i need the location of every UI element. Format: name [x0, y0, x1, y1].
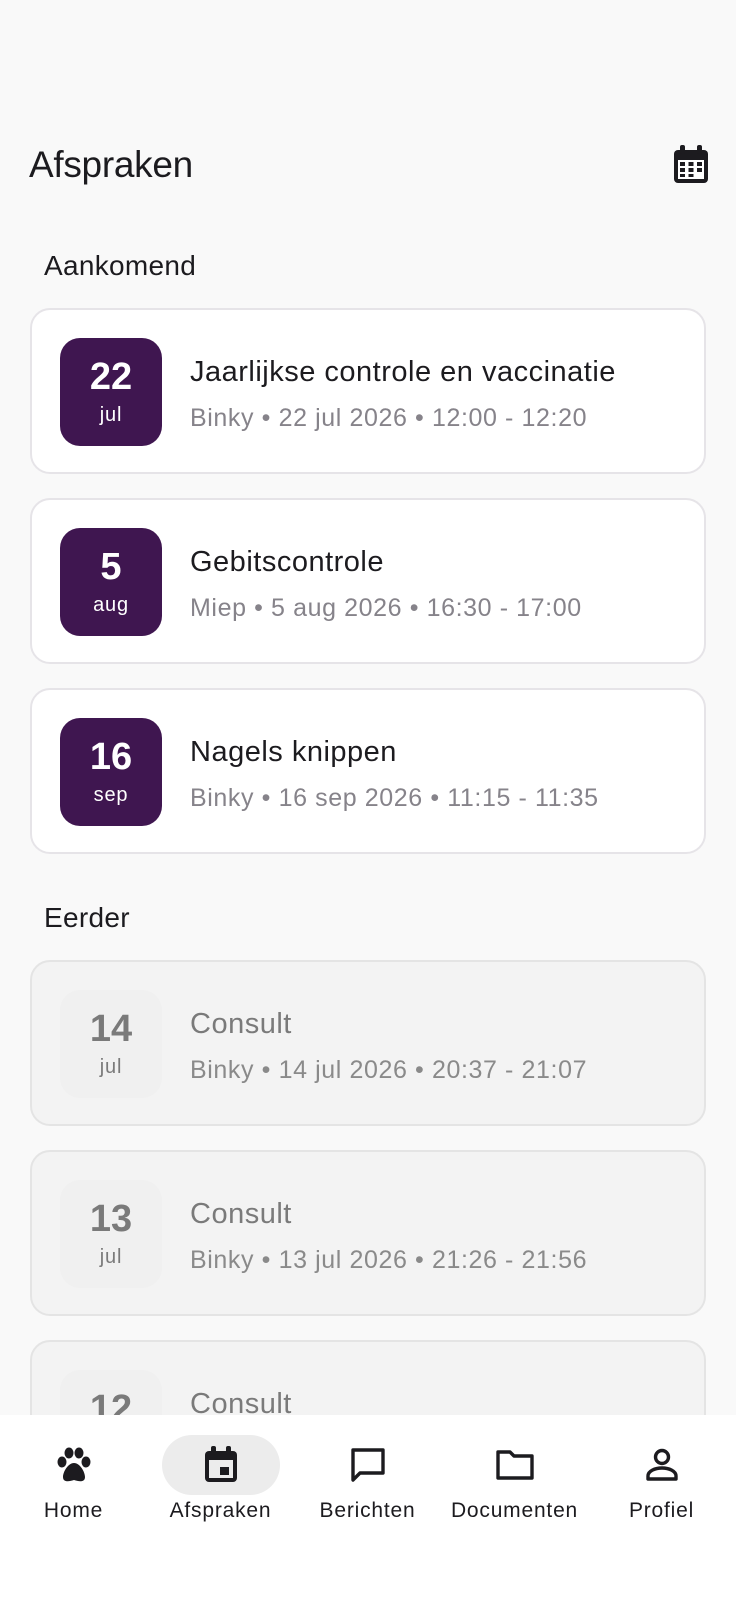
date-day: 12: [89, 1388, 133, 1415]
calendar-icon: [204, 1446, 237, 1482]
date-month: sep: [93, 784, 129, 806]
page-title: Afspraken: [29, 144, 193, 185]
date-day: 16: [89, 736, 133, 778]
nav-label: Profiel: [628, 1499, 695, 1522]
nav-icon-container: [161, 1435, 280, 1495]
nav-label: Home: [43, 1499, 104, 1522]
appointment-details: Binky • 22 jul 2026 • 12:00 - 12:20: [190, 404, 588, 432]
appointment-card[interactable]: 5 aug Gebitscontrole Miep • 5 aug 2026 •…: [30, 498, 706, 664]
date-day: 22: [89, 356, 133, 398]
appointment-details: Binky • 13 jul 2026 • 21:26 - 21:56: [190, 1246, 588, 1274]
date-badge: 13 jul: [60, 1180, 162, 1288]
appointment-card[interactable]: 22 jul Jaarlijkse controle en vaccinatie…: [30, 308, 706, 474]
appointment-title: Jaarlijkse controle en vaccinatie: [190, 356, 616, 388]
date-month: aug: [93, 594, 129, 616]
appointments-list[interactable]: Aankomend 22 jul Jaarlijkse controle en …: [0, 220, 736, 1415]
person-icon: [645, 1448, 678, 1481]
date-month: jul: [99, 1056, 123, 1078]
date-badge: 22 jul: [60, 338, 162, 446]
nav-icon-container: [15, 1435, 133, 1495]
past-appointment-card[interactable]: 13 jul Consult Binky • 13 jul 2026 • 21:…: [30, 1150, 706, 1316]
section-title-past: Eerder: [44, 902, 130, 933]
appointment-title: Consult: [190, 1008, 292, 1040]
date-day: 5: [100, 546, 122, 588]
past-appointment-card[interactable]: 12 jul Consult: [30, 1340, 706, 1415]
nav-item-afspraken[interactable]: Afspraken: [147, 1435, 294, 1535]
bottom-navigation: Home Afspraken Berichten Documenten Prof…: [0, 1415, 736, 1600]
date-month: jul: [99, 1246, 123, 1268]
nav-item-documenten[interactable]: Documenten: [441, 1435, 588, 1535]
date-month: jul: [99, 404, 123, 426]
nav-label: Berichten: [319, 1499, 416, 1522]
nav-label: Documenten: [450, 1499, 579, 1522]
appointment-title: Nagels knippen: [190, 736, 397, 768]
date-day: 13: [89, 1198, 133, 1240]
nav-item-berichten[interactable]: Berichten: [294, 1435, 441, 1535]
folder-icon: [495, 1450, 534, 1480]
appointment-title: Gebitscontrole: [190, 546, 384, 578]
nav-icon-container: [456, 1435, 574, 1495]
date-day: 14: [89, 1008, 133, 1050]
section-title-upcoming: Aankomend: [44, 250, 197, 281]
calendar-icon: [674, 145, 708, 183]
nav-icon-container: [309, 1435, 427, 1495]
date-badge: 5 aug: [60, 528, 162, 636]
appointment-details: Binky • 16 sep 2026 • 11:15 - 11:35: [190, 784, 599, 812]
appointment-card[interactable]: 16 sep Nagels knippen Binky • 16 sep 202…: [30, 688, 706, 854]
nav-item-home[interactable]: Home: [0, 1435, 147, 1535]
nav-icon-container: [603, 1435, 721, 1495]
calendar-button[interactable]: [666, 140, 716, 190]
past-appointment-card[interactable]: 14 jul Consult Binky • 14 jul 2026 • 20:…: [30, 960, 706, 1126]
paw-icon: [57, 1447, 90, 1482]
date-badge: 16 sep: [60, 718, 162, 826]
nav-item-profiel[interactable]: Profiel: [588, 1435, 735, 1535]
nav-label: Afspraken: [169, 1499, 272, 1522]
appointment-details: Binky • 14 jul 2026 • 20:37 - 21:07: [190, 1056, 588, 1084]
date-badge: 12 jul: [60, 1370, 162, 1415]
date-badge: 14 jul: [60, 990, 162, 1098]
chat-icon: [350, 1448, 385, 1482]
appointment-title: Consult: [190, 1198, 292, 1230]
status-bar-area: [0, 0, 736, 120]
app-bar: Afspraken: [0, 132, 736, 200]
appointment-title: Consult: [190, 1388, 292, 1415]
appointment-details: Miep • 5 aug 2026 • 16:30 - 17:00: [190, 594, 582, 622]
